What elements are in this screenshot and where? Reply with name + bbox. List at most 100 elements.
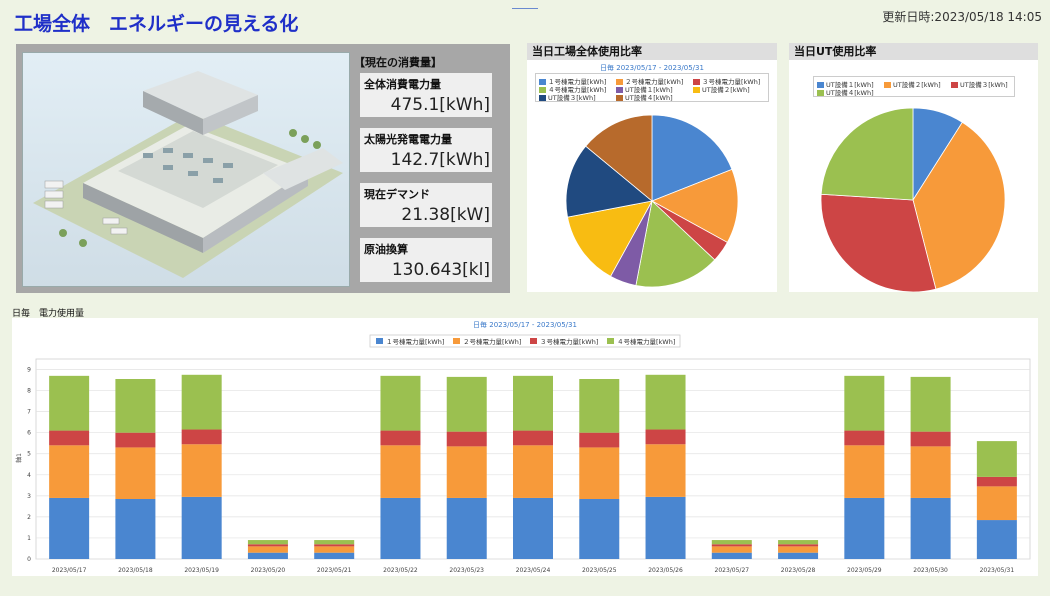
bar-segment[interactable] — [844, 430, 885, 446]
legend-label[interactable]: １号棟電力量[kWh] — [386, 337, 444, 346]
y-tick-label: 4 — [27, 472, 31, 479]
bar-segment[interactable] — [711, 546, 752, 553]
legend-label[interactable]: ２号棟電力量[kWh] — [463, 337, 521, 346]
bar-segment[interactable] — [513, 497, 553, 559]
metric-value: 142.7[kWh] — [390, 150, 490, 170]
bar-segment[interactable] — [778, 546, 819, 553]
bar-segment[interactable] — [645, 444, 686, 497]
bar-segment[interactable] — [513, 430, 553, 446]
bar-segment[interactable] — [645, 429, 686, 445]
bar-segment[interactable] — [844, 497, 885, 559]
bar-segment[interactable] — [579, 499, 620, 559]
bar-segment[interactable] — [976, 486, 1017, 521]
y-axis-label: 軸1 — [15, 453, 23, 463]
bar-subtitle: 日毎 2023/05/17 - 2023/05/31 — [473, 320, 577, 329]
current-consumption-label: 【現在の消費量】 — [354, 56, 442, 69]
x-tick-label: 2023/05/26 — [648, 567, 683, 574]
bar-segment[interactable] — [49, 497, 90, 559]
bar-segment[interactable] — [314, 546, 355, 553]
bar-segment[interactable] — [247, 552, 288, 559]
bar-segment[interactable] — [314, 552, 355, 559]
bar-chart-panel: 日毎 2023/05/17 - 2023/05/31 １号棟電力量[kWh] ２号… — [12, 318, 1038, 576]
bar-segment[interactable] — [49, 430, 90, 446]
bar-segment[interactable] — [711, 540, 752, 545]
x-tick-label: 2023/05/27 — [715, 567, 750, 574]
updated-timestamp: 更新日時:2023/05/18 14:05 — [882, 10, 1042, 24]
y-tick-label: 3 — [27, 493, 31, 500]
pie-panel-factory-ratio: 当日工場全体使用比率 日毎 2023/05/17 - 2023/05/31 １号… — [527, 43, 777, 292]
bar-plot-area: 0 1 2 3 4 5 6 7 8 9 2023/05/17 2023/05/18 2023/05/19… — [27, 358, 1031, 574]
y-tick-label: 9 — [27, 367, 31, 374]
bar-segment[interactable] — [380, 375, 421, 431]
bar-segment[interactable] — [247, 546, 288, 553]
bar-segment[interactable] — [181, 429, 222, 445]
bar-segment[interactable] — [380, 445, 421, 498]
bar-segment[interactable] — [778, 552, 819, 559]
bar-segment[interactable] — [910, 446, 951, 498]
bar-segment[interactable] — [446, 446, 487, 498]
bar-segment[interactable] — [844, 445, 885, 498]
legend-label[interactable]: ４号棟電力量[kWh] — [617, 337, 675, 346]
bar-segment[interactable] — [49, 375, 90, 431]
bar-segment[interactable] — [976, 441, 1017, 477]
bar-segment[interactable] — [579, 379, 620, 433]
pie-body: UT設備１[kWh] UT設備２[kWh] UT設備３[kWh] UT設備４[k… — [789, 60, 1038, 292]
x-tick-label: 2023/05/23 — [449, 567, 484, 574]
y-tick-label: 5 — [27, 451, 31, 458]
x-tick-label: 2023/05/19 — [184, 567, 219, 574]
bar-segment[interactable] — [247, 540, 288, 545]
bar-segment[interactable] — [380, 497, 421, 559]
factory-panel: 【現在の消費量】 全体消費電力量 475.1[kWh] 太陽光発電電力量 142… — [16, 44, 510, 293]
y-tick-label: 1 — [27, 535, 31, 542]
bar-segment[interactable] — [446, 431, 487, 447]
metric-solar-generation: 太陽光発電電力量 142.7[kWh] — [360, 128, 492, 172]
bar-segment[interactable] — [645, 496, 686, 559]
bar-segment[interactable] — [446, 376, 487, 432]
y-tick-label: 2 — [27, 514, 31, 521]
y-tick-label: 8 — [27, 388, 31, 395]
x-tick-label: 2023/05/20 — [251, 567, 286, 574]
bar-segment[interactable] — [513, 375, 553, 431]
legend-label[interactable]: ３号棟電力量[kWh] — [540, 337, 598, 346]
bar-segment[interactable] — [115, 447, 156, 499]
bar-segment[interactable] — [181, 444, 222, 497]
bar-segment[interactable] — [181, 374, 222, 430]
bar-segment[interactable] — [115, 432, 156, 448]
bar-legend: １号棟電力量[kWh] ２号棟電力量[kWh] ３号棟電力量[kWh] ４号棟電力量[… — [369, 334, 681, 348]
bar-segment[interactable] — [314, 540, 355, 545]
metric-value: 21.38[kW] — [401, 205, 490, 225]
metric-label: 太陽光発電電力量 — [364, 133, 452, 146]
pie-body: 日毎 2023/05/17 - 2023/05/31 １号棟電力量[kWh] ２… — [527, 60, 777, 292]
x-tick-label: 2023/05/29 — [847, 567, 882, 574]
bar-segment[interactable] — [49, 445, 90, 498]
bar-segment[interactable] — [844, 375, 885, 431]
bar-segment[interactable] — [579, 447, 620, 499]
bar-segment[interactable] — [711, 544, 752, 547]
bar-segment[interactable] — [579, 432, 620, 448]
x-tick-label: 2023/05/30 — [913, 567, 948, 574]
bar-segment[interactable] — [380, 430, 421, 446]
bar-segment[interactable] — [181, 496, 222, 559]
bar-segment[interactable] — [645, 374, 686, 430]
legend-swatch — [376, 338, 383, 344]
y-tick-label: 7 — [27, 409, 31, 416]
bar-segment[interactable] — [446, 497, 487, 559]
bar-segment[interactable] — [976, 476, 1017, 487]
bar-segment[interactable] — [910, 431, 951, 447]
bar-segment[interactable] — [910, 376, 951, 432]
bar-segment[interactable] — [513, 445, 553, 498]
metric-crude-oil-equivalent: 原油換算 130.643[kl] — [360, 238, 492, 282]
pie-slice[interactable] — [820, 107, 914, 201]
metric-label: 全体消費電力量 — [364, 78, 441, 91]
bar-segment[interactable] — [778, 544, 819, 547]
bar-segment[interactable] — [910, 497, 951, 559]
x-tick-label: 2023/05/18 — [118, 567, 153, 574]
bar-segment[interactable] — [115, 499, 156, 559]
bar-segment[interactable] — [247, 544, 288, 547]
bar-segment[interactable] — [778, 540, 819, 545]
metric-current-demand: 現在デマンド 21.38[kW] — [360, 183, 492, 227]
bar-segment[interactable] — [115, 379, 156, 433]
bar-segment[interactable] — [976, 520, 1017, 559]
bar-segment[interactable] — [314, 544, 355, 547]
bar-segment[interactable] — [711, 552, 752, 559]
